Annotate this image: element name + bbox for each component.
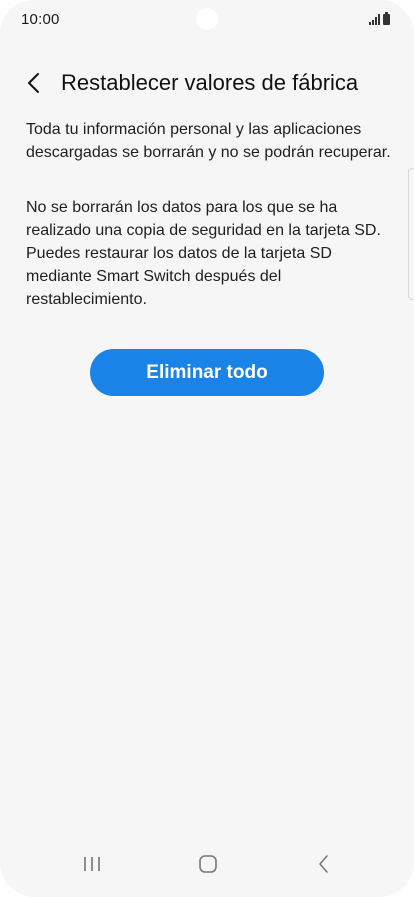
scroll-indicator[interactable] bbox=[408, 168, 414, 300]
erase-all-button[interactable]: Eliminar todo bbox=[90, 349, 324, 396]
back-icon bbox=[319, 855, 328, 873]
nav-back-button[interactable] bbox=[304, 849, 344, 879]
signal-icon bbox=[369, 14, 380, 25]
status-bar: 10:00 bbox=[0, 0, 414, 40]
camera-cutout bbox=[196, 8, 218, 30]
home-button[interactable] bbox=[188, 849, 228, 879]
phone-screen: 10:00 Restablecer valores de fábrica Tod… bbox=[0, 0, 414, 897]
back-button[interactable] bbox=[18, 66, 52, 100]
recents-icon bbox=[84, 857, 100, 871]
header: Restablecer valores de fábrica bbox=[0, 60, 414, 108]
info-text-personal-data: Toda tu información personal y las aplic… bbox=[26, 121, 391, 161]
status-time: 10:00 bbox=[21, 11, 60, 28]
page-title: Restablecer valores de fábrica bbox=[61, 70, 359, 95]
navigation-bar bbox=[0, 841, 414, 897]
info-text-sd-card: No se borrarán los datos para los que se… bbox=[26, 199, 381, 308]
status-icons bbox=[369, 12, 390, 25]
battery-icon bbox=[383, 12, 390, 25]
recents-button[interactable] bbox=[72, 849, 112, 879]
home-icon bbox=[199, 855, 217, 873]
chevron-left-icon bbox=[28, 73, 39, 93]
